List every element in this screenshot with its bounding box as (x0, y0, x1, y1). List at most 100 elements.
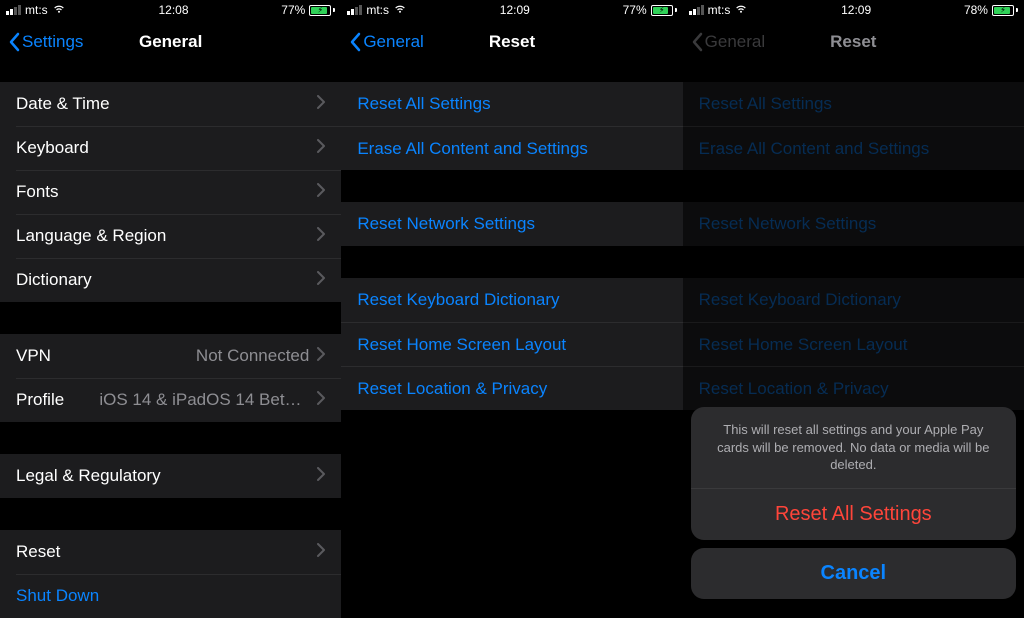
list-group: Reset All Settings Erase All Content and… (683, 82, 1024, 170)
row-keyboard[interactable]: Keyboard (0, 126, 341, 170)
row-label: Reset Location & Privacy (357, 379, 547, 399)
battery-pct: 78% (964, 3, 988, 17)
row-label: Reset All Settings (357, 94, 490, 114)
row-value: Not Connected (196, 346, 309, 366)
battery-icon: ⚡︎ (992, 5, 1018, 16)
row-label: Reset Home Screen Layout (699, 335, 908, 355)
clock: 12:08 (158, 3, 188, 17)
reset-keyboard-dictionary[interactable]: Reset Keyboard Dictionary (341, 278, 682, 322)
row-fonts[interactable]: Fonts (0, 170, 341, 214)
chevron-left-icon (691, 32, 703, 52)
chevron-right-icon (317, 226, 325, 246)
row-label: Keyboard (16, 138, 89, 158)
row-label: Date & Time (16, 94, 110, 114)
erase-all-content[interactable]: Erase All Content and Settings (341, 126, 682, 170)
row-legal[interactable]: Legal & Regulatory (0, 454, 341, 498)
row-label: Reset Home Screen Layout (357, 335, 566, 355)
row-label: Dictionary (16, 270, 92, 290)
back-label: General (705, 32, 765, 52)
row-label: Reset Location & Privacy (699, 379, 889, 399)
action-sheet: This will reset all settings and your Ap… (691, 407, 1016, 599)
nav-title: Reset (489, 32, 535, 52)
row-label: Reset All Settings (699, 94, 832, 114)
carrier-label: mt:s (366, 3, 389, 17)
screen-reset: mt:s 12:09 77% ⚡︎ General Reset Reset Al… (341, 0, 682, 607)
row-label: VPN (16, 346, 51, 366)
settings-list: Date & Time Keyboard Fonts Language & Re… (0, 82, 341, 618)
action-sheet-message: This will reset all settings and your Ap… (691, 407, 1016, 489)
cancel-button[interactable]: Cancel (691, 548, 1016, 599)
row-language-region[interactable]: Language & Region (0, 214, 341, 258)
row-label: Reset Network Settings (699, 214, 877, 234)
reset-home-screen-layout[interactable]: Reset Home Screen Layout (341, 322, 682, 366)
row-label: Language & Region (16, 226, 166, 246)
screen-reset-confirm: mt:s 12:09 78% ⚡︎ General Reset Reset Al… (683, 0, 1024, 607)
battery-icon: ⚡︎ (309, 5, 335, 16)
list-group: Date & Time Keyboard Fonts Language & Re… (0, 82, 341, 302)
signal-icon (6, 5, 21, 15)
reset-all-settings[interactable]: Reset All Settings (341, 82, 682, 126)
chevron-left-icon (8, 32, 20, 52)
row-label: Erase All Content and Settings (699, 139, 930, 159)
row-dictionary[interactable]: Dictionary (0, 258, 341, 302)
list-group: Reset All Settings Erase All Content and… (341, 82, 682, 170)
signal-icon (347, 5, 362, 15)
erase-all-content: Erase All Content and Settings (683, 126, 1024, 170)
row-label: Reset Network Settings (357, 214, 535, 234)
signal-icon (689, 5, 704, 15)
row-reset[interactable]: Reset (0, 530, 341, 574)
reset-network-settings[interactable]: Reset Network Settings (341, 202, 682, 246)
back-label: General (363, 32, 423, 52)
list-group: Reset Shut Down (0, 530, 341, 618)
status-bar: mt:s 12:09 78% ⚡︎ (683, 0, 1024, 20)
reset-home-screen-layout: Reset Home Screen Layout (683, 322, 1024, 366)
confirm-reset-button[interactable]: Reset All Settings (691, 489, 1016, 540)
row-label: Reset (16, 542, 60, 562)
row-date-time[interactable]: Date & Time (0, 82, 341, 126)
nav-bar: General Reset (341, 20, 682, 64)
back-button: General (691, 32, 765, 52)
nav-title: Reset (830, 32, 876, 52)
battery-pct: 77% (623, 3, 647, 17)
reset-all-settings: Reset All Settings (683, 82, 1024, 126)
wifi-icon (734, 3, 748, 17)
row-shut-down[interactable]: Shut Down (0, 574, 341, 618)
row-label: Reset Keyboard Dictionary (699, 290, 901, 310)
list-group: Reset Network Settings (683, 202, 1024, 246)
status-bar: mt:s 12:09 77% ⚡︎ (341, 0, 682, 20)
reset-location-privacy: Reset Location & Privacy (683, 366, 1024, 410)
nav-bar: General Reset (683, 20, 1024, 64)
row-vpn[interactable]: VPN Not Connected (0, 334, 341, 378)
row-label: Erase All Content and Settings (357, 139, 588, 159)
row-label: Legal & Regulatory (16, 466, 161, 486)
row-label: Shut Down (16, 586, 99, 606)
nav-bar: Settings General (0, 20, 341, 64)
chevron-right-icon (317, 270, 325, 290)
chevron-right-icon (317, 138, 325, 158)
carrier-label: mt:s (25, 3, 48, 17)
reset-list: Reset All Settings Erase All Content and… (341, 82, 682, 410)
battery-icon: ⚡︎ (651, 5, 677, 16)
list-group: Reset Network Settings (341, 202, 682, 246)
row-label: Profile (16, 390, 64, 410)
back-button[interactable]: General (349, 32, 423, 52)
list-group: Legal & Regulatory (0, 454, 341, 498)
reset-network-settings: Reset Network Settings (683, 202, 1024, 246)
reset-location-privacy[interactable]: Reset Location & Privacy (341, 366, 682, 410)
row-label: Reset Keyboard Dictionary (357, 290, 559, 310)
wifi-icon (393, 3, 407, 17)
wifi-icon (52, 3, 66, 17)
chevron-right-icon (317, 346, 325, 366)
row-label: Fonts (16, 182, 59, 202)
back-button[interactable]: Settings (8, 32, 83, 52)
back-label: Settings (22, 32, 83, 52)
list-group: Reset Keyboard Dictionary Reset Home Scr… (683, 278, 1024, 410)
status-bar: mt:s 12:08 77% ⚡︎ (0, 0, 341, 20)
chevron-right-icon (317, 182, 325, 202)
row-profile[interactable]: Profile iOS 14 & iPadOS 14 Beta Softwar… (0, 378, 341, 422)
reset-list: Reset All Settings Erase All Content and… (683, 82, 1024, 410)
clock: 12:09 (500, 3, 530, 17)
battery-pct: 77% (281, 3, 305, 17)
chevron-right-icon (317, 94, 325, 114)
carrier-label: mt:s (708, 3, 731, 17)
